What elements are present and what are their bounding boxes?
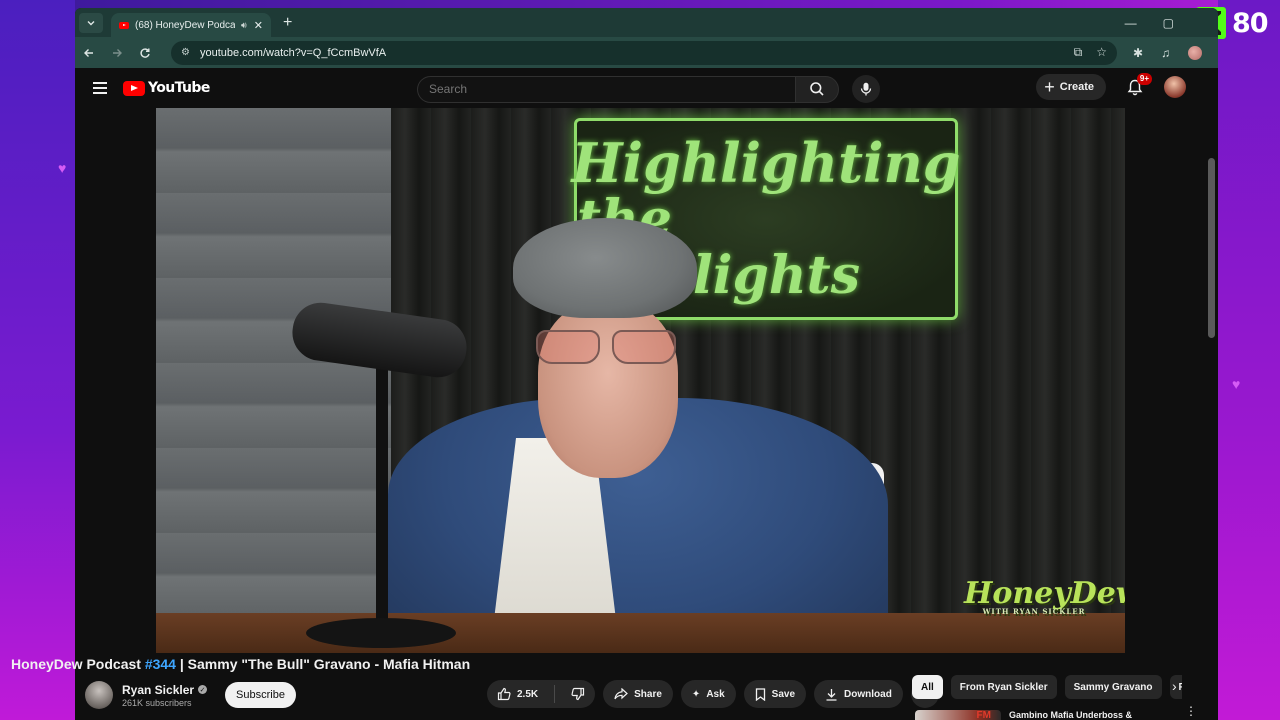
omnibox[interactable]: ⚙︎ youtube.com/watch?v=Q_fCcmBwVfA ⧉ ☆ — [171, 40, 1117, 65]
speaker-icon[interactable]: 🔊︎ — [241, 20, 247, 31]
bookmark-star-icon[interactable]: ☆ — [1096, 45, 1107, 60]
profile-avatar[interactable] — [1188, 45, 1203, 60]
recommended-thumbnail[interactable]: FM — [915, 710, 1001, 720]
chevron-down-icon — [87, 20, 95, 25]
maximize-icon[interactable]: ▢ — [1163, 16, 1174, 30]
chip-from-ryan-sickler[interactable]: From Ryan Sickler — [950, 675, 1057, 699]
save-button[interactable]: Save — [743, 680, 807, 708]
like-button[interactable]: 2.5K — [487, 680, 548, 708]
site-info-icon[interactable]: ⚙︎ — [181, 47, 190, 58]
forward-icon[interactable] — [111, 47, 123, 59]
share-icon — [614, 688, 629, 700]
tab-title: (68) HoneyDew Podcast #3 — [135, 19, 235, 31]
divider — [554, 685, 556, 703]
tab-strip: (68) HoneyDew Podcast #3 🔊︎ ✕ + — ▢ — [75, 8, 1218, 37]
minimize-icon[interactable]: — — [1125, 16, 1137, 30]
window-controls: — ▢ — [1125, 8, 1218, 37]
tab-search-button[interactable] — [79, 12, 103, 33]
chip-sammy-gravano[interactable]: Sammy Gravano — [1064, 675, 1162, 699]
share-button[interactable]: Share — [603, 680, 673, 708]
search-icon — [810, 82, 824, 96]
hashtag-link[interactable]: #344 — [145, 656, 176, 672]
subscribe-button[interactable]: Subscribe — [225, 682, 296, 708]
notification-badge: 9+ — [1136, 73, 1152, 85]
back-icon[interactable] — [83, 47, 95, 59]
channel-name[interactable]: Ryan Sickler ✓ — [122, 683, 208, 697]
dislike-button[interactable] — [561, 680, 595, 708]
download-button[interactable]: Download — [814, 680, 903, 708]
youtube-play-icon — [123, 80, 145, 96]
plus-icon: + — [1044, 77, 1055, 97]
channel-avatar[interactable] — [85, 681, 113, 709]
account-avatar[interactable] — [1164, 76, 1186, 98]
subscriber-count: 261K subscribers — [122, 697, 192, 708]
youtube-favicon-icon — [119, 21, 129, 29]
recommendation-chips: All From Ryan Sickler Sammy Gravano R — [912, 675, 1182, 699]
verified-check-icon: ✓ — [198, 685, 208, 694]
search-button[interactable] — [795, 75, 839, 103]
recommended-title[interactable]: Gambino Mafia Underboss & — [1009, 710, 1132, 720]
video-player[interactable]: Highlighting the Lowlights HoneyDew WITH… — [156, 108, 1125, 653]
microphone-icon — [860, 82, 872, 96]
thumbs-up-icon — [497, 687, 511, 701]
youtube-logo[interactable]: YouTube — [123, 80, 210, 96]
cast-icon[interactable]: ⧉ — [1074, 45, 1083, 60]
video-title: HoneyDew Podcast #344 | Sammy "The Bull"… — [11, 656, 471, 672]
search-input[interactable] — [417, 75, 795, 103]
close-tab-icon[interactable]: ✕ — [254, 19, 263, 32]
viewer-count: 80 — [1232, 7, 1269, 39]
video-actions: 2.5K Share ✦ Ask Save Download ••• — [487, 680, 939, 708]
browser-window: (68) HoneyDew Podcast #3 🔊︎ ✕ + — ▢ ⚙︎ y… — [75, 8, 1218, 720]
background-right — [1218, 0, 1280, 720]
heart-icon: ♥ — [1232, 376, 1241, 392]
scrollbar-thumb[interactable] — [1208, 158, 1215, 338]
mic-stand — [376, 363, 388, 623]
video-wall — [156, 108, 391, 653]
create-label: Create — [1059, 81, 1094, 93]
mic-base — [306, 618, 456, 648]
voice-search-button[interactable] — [852, 75, 880, 103]
person-cap — [513, 218, 697, 318]
heart-icon: ♥ — [58, 160, 67, 176]
url-text[interactable]: youtube.com/watch?v=Q_fCcmBwVfA — [200, 47, 386, 59]
recommended-video[interactable]: FM Gambino Mafia Underboss & — [915, 710, 1132, 720]
like-count: 2.5K — [517, 688, 539, 700]
background-left — [0, 0, 75, 720]
honeydew-watermark-logo: HoneyDew WITH RYAN SICKLER — [964, 576, 1125, 616]
page-scrollbar[interactable] — [1206, 78, 1218, 720]
person-glasses — [532, 330, 682, 366]
extensions-icon[interactable]: ✱ — [1133, 46, 1143, 60]
address-bar-row: ⚙︎ youtube.com/watch?v=Q_fCcmBwVfA ⧉ ☆ ✱… — [75, 37, 1218, 68]
reload-icon[interactable] — [139, 47, 151, 59]
search-bar — [417, 75, 880, 103]
create-button[interactable]: + Create — [1036, 74, 1106, 100]
like-dislike-group: 2.5K — [487, 680, 596, 708]
kebab-menu-icon[interactable]: ⋮ — [1185, 704, 1197, 718]
youtube-header: YouTube + Create 9+ — [75, 68, 1218, 108]
notifications-button[interactable]: 9+ — [1124, 73, 1152, 98]
new-tab-button[interactable]: + — [283, 14, 292, 32]
chevron-right-icon[interactable]: › — [1172, 678, 1177, 694]
ask-button[interactable]: ✦ Ask — [680, 680, 736, 708]
thumbs-down-icon — [571, 687, 585, 701]
browser-tab-active[interactable]: (68) HoneyDew Podcast #3 🔊︎ ✕ — [111, 13, 271, 37]
channel-row: Ryan Sickler ✓ 261K subscribers Subscrib… — [85, 680, 296, 710]
youtube-wordmark: YouTube — [148, 80, 210, 96]
media-controls-icon[interactable]: ♫ — [1161, 46, 1170, 60]
sparkle-icon: ✦ — [691, 688, 701, 700]
hamburger-menu-icon[interactable] — [93, 82, 107, 94]
chip-all[interactable]: All — [912, 675, 943, 699]
bookmark-icon — [755, 687, 765, 701]
video-player-area: Highlighting the Lowlights HoneyDew WITH… — [75, 108, 1206, 653]
download-icon — [826, 688, 837, 701]
